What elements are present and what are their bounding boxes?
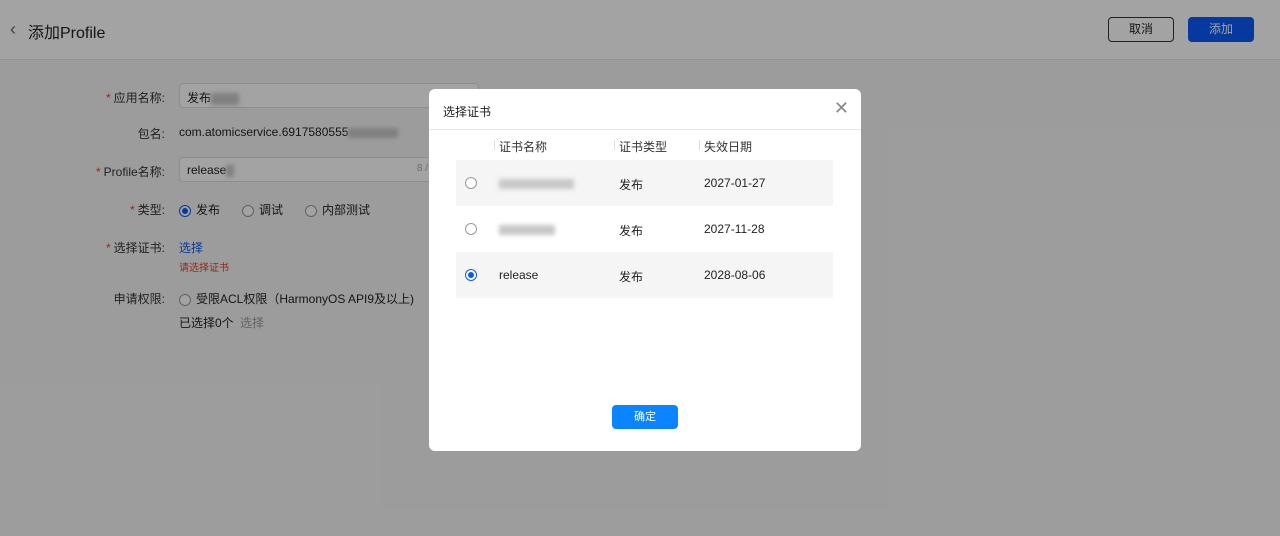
cert-expiry: 2028-08-06 (704, 268, 766, 282)
cert-name (499, 176, 574, 190)
cert-expiry: 2027-01-27 (704, 176, 766, 190)
cert-type: 发布 (619, 270, 644, 284)
cert-name (499, 222, 555, 236)
cert-name: release (499, 268, 539, 282)
col-expiry: 失效日期 (698, 140, 753, 154)
radio-icon[interactable] (465, 269, 477, 281)
col-cert-name: 证书名称 (493, 140, 548, 154)
table-row[interactable]: 发布 2027-11-28 (456, 206, 833, 252)
cert-type: 发布 (619, 224, 644, 238)
table-row[interactable]: release 发布 2028-08-06 (456, 252, 833, 298)
col-cert-type: 证书类型 (613, 140, 668, 154)
dialog-title: 选择证书 (443, 105, 492, 119)
radio-icon[interactable] (465, 177, 477, 189)
cert-expiry: 2027-11-28 (704, 222, 765, 236)
table-row[interactable]: 发布 2027-01-27 (456, 160, 833, 206)
confirm-button[interactable]: 确定 (612, 405, 678, 429)
radio-icon[interactable] (465, 223, 477, 235)
select-cert-dialog: 选择证书 ✕ 证书名称 证书类型 失效日期 发布 2027-01-27 发布 2… (429, 89, 861, 451)
divider (429, 129, 861, 130)
cert-type: 发布 (619, 178, 644, 192)
close-icon[interactable]: ✕ (834, 98, 849, 119)
